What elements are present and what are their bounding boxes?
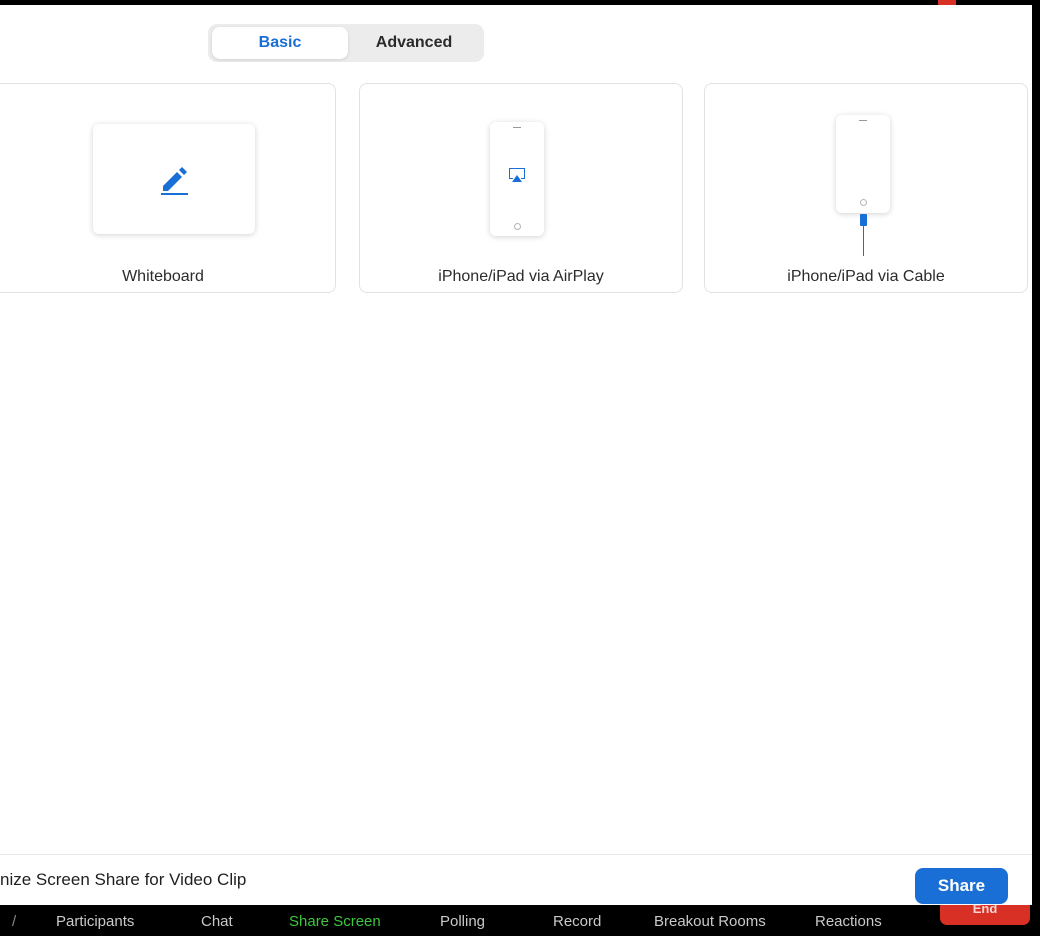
share-mode-tabs: Basic Advanced: [208, 24, 484, 62]
share-option-cable[interactable]: iPhone/iPad via Cable: [704, 83, 1028, 293]
phone-icon: [836, 115, 890, 213]
meeting-toolbar: / Participants Chat Share Screen Polling…: [0, 905, 1040, 936]
phone-speaker: [513, 127, 521, 128]
share-option-airplay[interactable]: iPhone/iPad via AirPlay: [359, 83, 683, 293]
footer-divider: [0, 854, 1032, 855]
tab-advanced[interactable]: Advanced: [348, 27, 480, 59]
end-meeting-button[interactable]: End: [940, 905, 1030, 925]
phone-home-button: [860, 199, 867, 206]
toolbar-item-reactions[interactable]: Reactions: [815, 913, 882, 930]
toolbar-item-polling[interactable]: Polling: [440, 913, 485, 930]
share-screen-dialog: Basic Advanced Whiteboard iPhone/iPad vi…: [0, 5, 1032, 905]
end-button-label: End: [972, 905, 998, 916]
toolbar-item-participants[interactable]: Participants: [56, 913, 134, 930]
share-option-label: iPhone/iPad via Cable: [787, 268, 945, 285]
toolbar-item-share-screen[interactable]: Share Screen: [289, 913, 381, 930]
optimize-video-clip-option[interactable]: nize Screen Share for Video Clip: [0, 867, 246, 893]
phone-icon: [490, 122, 544, 236]
tab-basic[interactable]: Basic: [212, 27, 348, 59]
share-option-whiteboard[interactable]: Whiteboard: [0, 83, 336, 293]
toolbar-item-cutoff[interactable]: /: [12, 913, 16, 930]
whiteboard-thumbnail: [93, 124, 255, 234]
toolbar-item-breakout-rooms[interactable]: Breakout Rooms: [654, 913, 766, 930]
cable-wire: [863, 226, 864, 256]
toolbar-item-chat[interactable]: Chat: [201, 913, 233, 930]
share-option-label: iPhone/iPad via AirPlay: [438, 268, 604, 285]
share-option-label: Whiteboard: [122, 268, 204, 285]
pencil-icon: [161, 167, 188, 195]
cable-icon: [860, 214, 867, 226]
share-button[interactable]: Share: [915, 868, 1008, 904]
toolbar-item-record[interactable]: Record: [553, 913, 601, 930]
airplay-icon: [509, 168, 525, 182]
phone-speaker: [859, 120, 867, 121]
phone-home-button: [514, 223, 521, 230]
